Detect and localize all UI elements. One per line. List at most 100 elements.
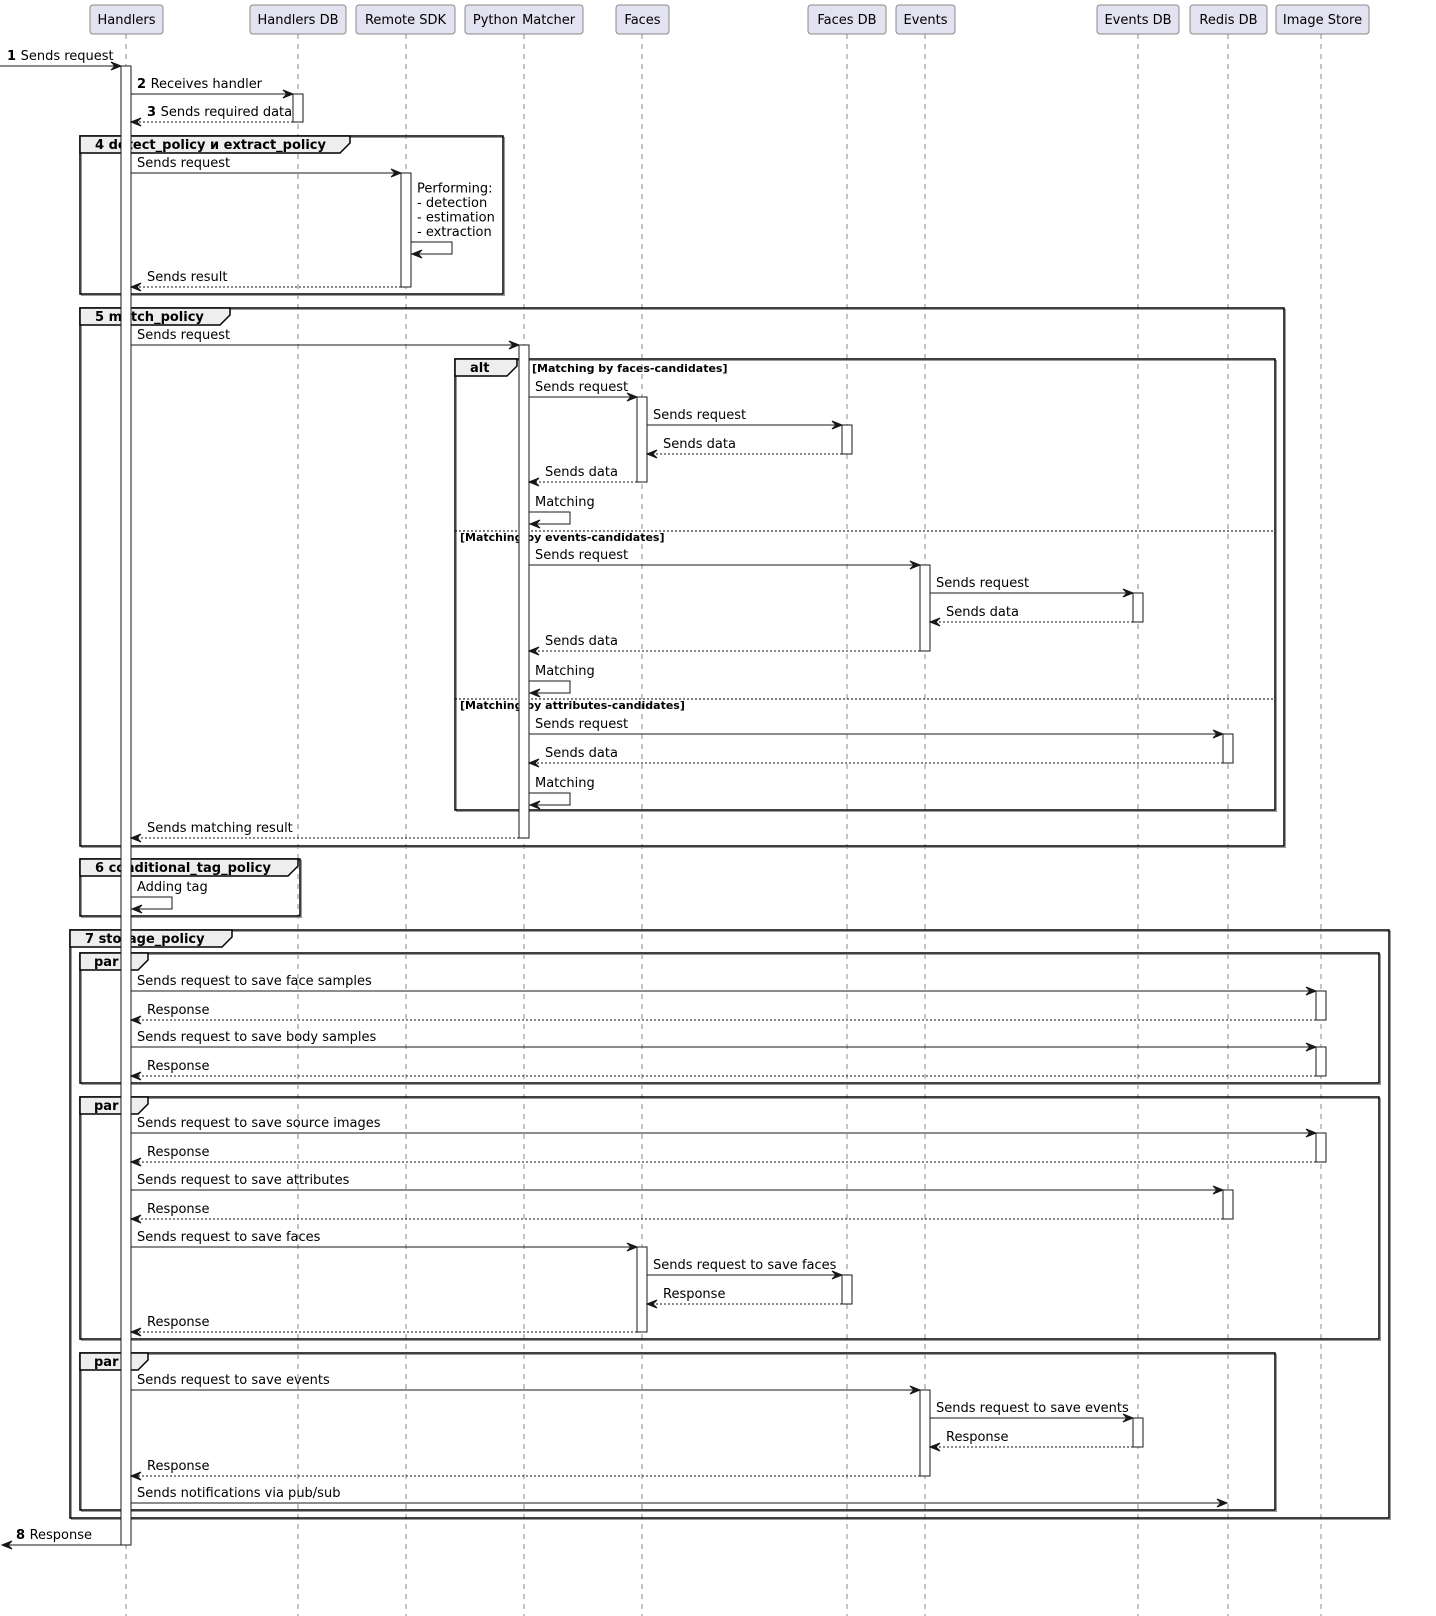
message-label: Sends request to save faces [137, 1230, 321, 1245]
alt-fragment: alt [Matching by faces-candidates] [Matchi… [454, 358, 1277, 812]
message: Sends request [529, 548, 922, 570]
message-label: Sends request to save events [936, 1401, 1129, 1416]
message: Sends data [645, 437, 842, 459]
activation-bar [400, 172, 412, 288]
message: Sends data [928, 605, 1133, 627]
message-label: Sends matching result [147, 821, 293, 836]
fragment-title: 7 storage_policy [85, 932, 205, 947]
participant-events-db[interactable]: Events DB [1096, 4, 1180, 35]
fragment-title: par [94, 1099, 119, 1114]
alt-guard: [Matching by events-candidates] [460, 531, 665, 544]
message: 3 Sends required data [129, 105, 293, 127]
message: Sends matching result [129, 821, 519, 843]
message: Response [928, 1430, 1133, 1452]
participant-handlers[interactable]: Handlers [89, 4, 164, 35]
group-storage-policy: 7 storage_policy [69, 929, 1391, 1520]
message: 1 Sends request [0, 49, 123, 71]
message: Sends data [527, 465, 637, 487]
message: Sends notifications via pub/sub [131, 1486, 1229, 1508]
message-label: - estimation [417, 211, 495, 226]
fragment-title: 5 match_policy [95, 310, 204, 325]
message: Adding tag [130, 880, 208, 914]
message-label: - detection [417, 196, 487, 211]
message: Sends result [129, 270, 401, 292]
message: Sends request [647, 408, 844, 430]
participant-python-matcher[interactable]: Python Matcher [464, 4, 584, 35]
alt-guard: [Matching by attributes-candidates] [460, 699, 685, 712]
activation-bar [841, 424, 853, 455]
message-label: Sends request [137, 156, 230, 171]
message: Sends request [529, 380, 639, 402]
participant-remote-sdk[interactable]: Remote SDK [355, 4, 456, 35]
message-label: Sends data [663, 437, 736, 452]
message: Matching [528, 776, 595, 810]
message: Response [129, 1315, 637, 1337]
activation-bar [636, 396, 648, 483]
message-label: Sends data [545, 746, 618, 761]
message-label: Response [147, 1459, 209, 1474]
arrowhead-icon [527, 646, 540, 656]
message-label: 3 Sends required data [147, 105, 292, 120]
activation-bar [1132, 592, 1144, 623]
participant-handlers-db[interactable]: Handlers DB [249, 4, 347, 35]
activation-bar [1222, 733, 1234, 764]
messages: 1 Sends request 2 Receives handler 3 Sends… [0, 49, 1318, 1550]
message-label: Response [946, 1430, 1008, 1445]
arrowhead-icon [129, 833, 142, 843]
activation-bar [292, 93, 304, 123]
message-label: Sends data [545, 634, 618, 649]
message-label: Adding tag [137, 880, 208, 895]
participant-faces[interactable]: Faces [615, 4, 670, 35]
message-label: Sends data [946, 605, 1019, 620]
message-label: Sends request [535, 717, 628, 732]
message-label: Matching [535, 495, 595, 510]
activation-bar [919, 564, 931, 652]
message: Sends data [527, 634, 920, 656]
message-label: Response [147, 1202, 209, 1217]
message-label: Response [147, 1003, 209, 1018]
message-label: Performing: [417, 182, 493, 197]
message-label: Sends data [545, 465, 618, 480]
message: Matching [528, 495, 595, 529]
message-label: 1 Sends request [7, 49, 114, 64]
activation-bar [919, 1389, 931, 1477]
participant-label: Python Matcher [473, 13, 576, 28]
arrowhead-icon [928, 1442, 941, 1452]
message-label: Sends request [535, 548, 628, 563]
participant-redis-db[interactable]: Redis DB [1189, 4, 1268, 35]
activation-bar [518, 344, 530, 839]
activation-bar [1222, 1189, 1234, 1220]
participant-label: Faces [624, 13, 660, 28]
participant-image-store[interactable]: Image Store [1275, 4, 1370, 35]
arrowhead-icon [928, 617, 941, 627]
participant-label: Remote SDK [365, 13, 447, 28]
message-label: Sends request to save faces [653, 1258, 837, 1273]
message: Sends request to save faces [131, 1230, 639, 1252]
participant-faces-db[interactable]: Faces DB [807, 4, 887, 35]
message: Response [645, 1287, 842, 1309]
message-label: Sends result [147, 270, 227, 285]
participants: Handlers Handlers DB Remote SDK Python Matc… [89, 4, 1370, 35]
message-label: Matching [535, 776, 595, 791]
participant-label: Events DB [1104, 13, 1171, 28]
participant-label: Events [903, 13, 947, 28]
fragment-title: par [94, 955, 119, 970]
message: Sends request [529, 717, 1225, 739]
participant-events[interactable]: Events [895, 4, 956, 35]
message-label: Matching [535, 664, 595, 679]
activation-bar [120, 65, 132, 1546]
message-label: Sends request to save source images [137, 1116, 381, 1131]
message-label: Response [147, 1315, 209, 1330]
activation-bar [1315, 990, 1327, 1021]
message: Response [129, 1459, 920, 1481]
participant-label: Handlers DB [257, 13, 338, 28]
group-match-policy: 5 match_policy [79, 307, 1286, 848]
message-label: Sends request to save events [137, 1373, 330, 1388]
participant-label: Image Store [1283, 13, 1362, 28]
fragment-title: alt [470, 361, 489, 376]
message: Sends data [527, 746, 1223, 768]
message: 8 Response [0, 1528, 126, 1550]
activation-bar [636, 1246, 648, 1333]
message-label: Response [147, 1059, 209, 1074]
message-label: Sends notifications via pub/sub [137, 1486, 340, 1501]
